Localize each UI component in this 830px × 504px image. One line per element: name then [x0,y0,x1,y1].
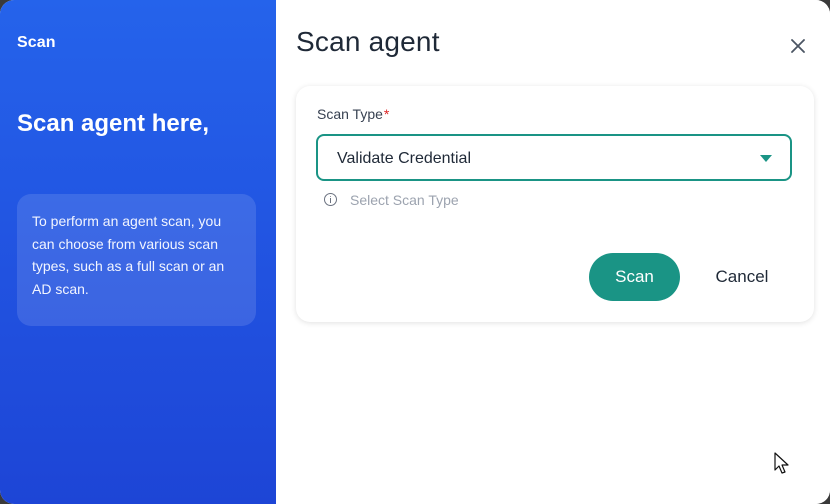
close-icon [791,39,805,53]
caret-down-icon [760,155,772,162]
sidebar-panel: Scan Scan agent here, To perform an agen… [0,0,276,504]
info-icon [324,192,337,206]
scan-form-card: Scan Type* Validate Credential Select Sc… [296,86,814,322]
scan-type-selected-value: Validate Credential [337,150,472,167]
scan-type-hint-text: Select Scan Type [350,192,459,208]
scan-type-select[interactable]: Validate Credential [316,134,792,181]
scan-type-label: Scan Type* [317,106,390,122]
mouse-cursor-icon [774,452,789,474]
sidebar-heading: Scan agent here, [17,110,210,137]
required-marker: * [383,106,390,122]
scan-button[interactable]: Scan [589,253,680,301]
sidebar-info-box: To perform an agent scan, you can choose… [17,194,256,326]
scan-type-hint: Select Scan Type [324,192,459,208]
page-title: Scan agent [296,26,440,57]
scan-agent-dialog: Scan Scan agent here, To perform an agen… [0,0,830,504]
sidebar-title: Scan [17,34,56,51]
close-button[interactable] [786,34,810,58]
cancel-button[interactable]: Cancel [700,253,784,301]
main-panel: Scan agent Scan Type* Validate Credentia… [276,0,830,504]
